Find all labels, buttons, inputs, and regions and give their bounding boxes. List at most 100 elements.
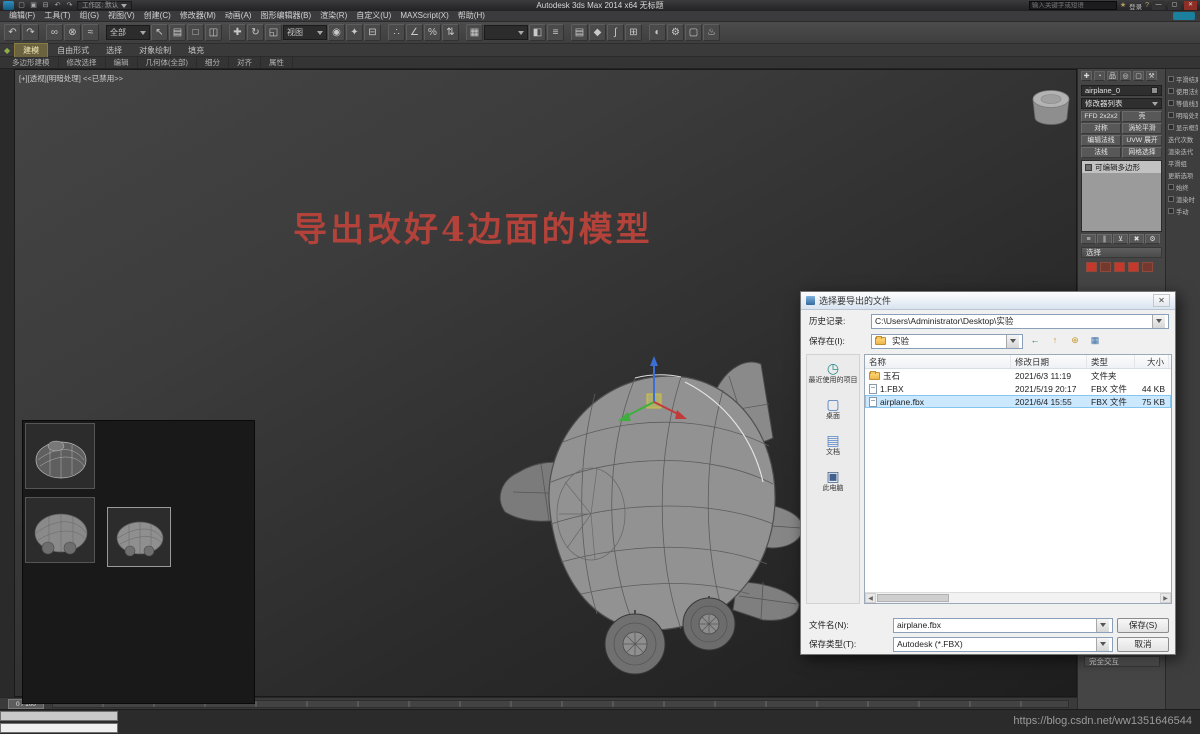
place-recent[interactable]: ◷ 最近使用的项目	[807, 361, 859, 385]
dropdown-button[interactable]	[1096, 638, 1109, 651]
column-date[interactable]: 修改日期	[1011, 355, 1087, 368]
file-row-fbx1[interactable]: 1.FBX 2021/5/19 20:17 FBX 文件 44 KB	[865, 382, 1171, 395]
ribbon-tab-selection[interactable]: 选择	[98, 44, 130, 57]
element-subobject-button[interactable]	[1142, 262, 1153, 272]
view-menu-icon[interactable]: ▦	[1087, 334, 1103, 348]
render-production-icon[interactable]: ♨	[703, 24, 720, 41]
select-by-name-icon[interactable]: ▤	[169, 24, 186, 41]
model-thumbnail-1[interactable]	[25, 423, 95, 489]
place-documents[interactable]: ▤ 文档	[807, 433, 859, 457]
modifier-button-symmetry[interactable]: 对称	[1081, 123, 1121, 134]
ribbon-group-subdivision[interactable]: 细分	[197, 57, 229, 68]
percent-snap-icon[interactable]: %	[424, 24, 441, 41]
ribbon-group-polymodeling[interactable]: 多边形建模	[4, 57, 59, 68]
modifier-button-shell[interactable]: 壳	[1122, 111, 1162, 122]
polygon-subobject-button[interactable]	[1128, 262, 1139, 272]
modifier-button-meshselect[interactable]: 网格选择	[1122, 147, 1162, 158]
schematic-view-icon[interactable]: ⊞	[625, 24, 642, 41]
minimize-button[interactable]: —	[1152, 1, 1165, 10]
rendered-frame-icon[interactable]: ▢	[685, 24, 702, 41]
open-file-icon[interactable]: ▣	[29, 1, 38, 10]
filename-input[interactable]: airplane.fbx	[893, 618, 1113, 633]
view-widget-cylinder[interactable]	[1023, 84, 1077, 132]
ribbon-group-edit[interactable]: 编辑	[106, 57, 138, 68]
redo-quick-icon[interactable]: ↷	[65, 1, 74, 10]
display-tab-icon[interactable]: ▢	[1133, 71, 1144, 81]
mirror-icon[interactable]: ◧	[529, 24, 546, 41]
modify-tab-icon[interactable]: ◔	[1094, 71, 1105, 81]
modifier-button-editnormals[interactable]: 编辑法线	[1081, 135, 1121, 146]
hierarchy-tab-icon[interactable]: 品	[1107, 71, 1118, 81]
checkbox-icon[interactable]	[1168, 88, 1174, 94]
strip-option[interactable]: 使用法线	[1168, 85, 1198, 97]
menu-edit[interactable]: 编辑(F)	[5, 11, 39, 21]
cancel-button[interactable]: 取消	[1117, 637, 1169, 652]
menu-rendering[interactable]: 渲染(R)	[316, 11, 351, 21]
menu-views[interactable]: 视图(V)	[104, 11, 139, 21]
graphite-toggle-icon[interactable]: ◆	[589, 24, 606, 41]
show-end-result-icon[interactable]: ∥	[1097, 234, 1112, 244]
save-button[interactable]: 保存(S)	[1117, 618, 1169, 633]
strip-option[interactable]: 手动	[1168, 205, 1198, 217]
named-selection-sets-icon[interactable]: ▦	[466, 24, 483, 41]
select-object-icon[interactable]: ↖	[151, 24, 168, 41]
ribbon-group-properties[interactable]: 属性	[261, 57, 293, 68]
maxscript-mini-listener-input[interactable]	[0, 723, 118, 733]
maximize-button[interactable]: ▢	[1168, 1, 1181, 10]
graphite-logo-icon[interactable]: ◆	[4, 46, 10, 55]
redo-icon[interactable]: ↷	[22, 24, 39, 41]
place-desktop[interactable]: ▢ 桌面	[807, 397, 859, 421]
vertex-subobject-button[interactable]	[1086, 262, 1097, 272]
selection-filter-dropdown[interactable]: 全部	[106, 25, 150, 40]
object-name-field[interactable]: airplane_0	[1081, 85, 1162, 96]
menu-help[interactable]: 帮助(H)	[454, 11, 489, 21]
radio-icon[interactable]	[1168, 184, 1174, 190]
back-icon[interactable]: ←	[1027, 334, 1043, 348]
use-center-icon[interactable]: ◉	[328, 24, 345, 41]
undo-quick-icon[interactable]: ↶	[53, 1, 62, 10]
place-this-pc[interactable]: ▣ 此电脑	[807, 469, 859, 493]
column-size[interactable]: 大小	[1135, 355, 1169, 368]
filetype-dropdown[interactable]: Autodesk (*.FBX)	[893, 637, 1113, 652]
dialog-title-bar[interactable]: 选择要导出的文件 ✕	[801, 292, 1175, 310]
strip-option[interactable]: 平滑结果	[1168, 73, 1198, 85]
snap-toggle-icon[interactable]: ∴	[388, 24, 405, 41]
ribbon-tab-modeling[interactable]: 建模	[14, 43, 48, 58]
selection-rollout-header[interactable]: 选择	[1081, 247, 1162, 258]
infocenter-search-input[interactable]	[1029, 1, 1117, 10]
window-crossing-icon[interactable]: ◫	[205, 24, 222, 41]
menu-customize[interactable]: 自定义(U)	[352, 11, 395, 21]
menu-create[interactable]: 创建(C)	[140, 11, 175, 21]
menu-tools[interactable]: 工具(T)	[40, 11, 74, 21]
modifier-button-normal[interactable]: 法线	[1081, 147, 1121, 158]
remove-modifier-icon[interactable]: ✖	[1129, 234, 1144, 244]
layer-manager-icon[interactable]: ▤	[571, 24, 588, 41]
interactive-rollout-header[interactable]: 完全交互	[1084, 656, 1160, 667]
configure-stack-icon[interactable]: ⚙	[1145, 234, 1160, 244]
scale-icon[interactable]: ◱	[265, 24, 282, 41]
strip-option[interactable]: 渲染迭代	[1168, 145, 1198, 157]
menu-animation[interactable]: 动画(A)	[221, 11, 256, 21]
move-icon[interactable]: ✚	[229, 24, 246, 41]
strip-option[interactable]: 始终	[1168, 181, 1198, 193]
file-row-folder[interactable]: 玉石 2021/6/3 11:19 文件夹	[865, 369, 1171, 382]
ribbon-tab-populate[interactable]: 填充	[180, 44, 212, 57]
ribbon-tab-freeform[interactable]: 自由形式	[49, 44, 97, 57]
community-icon[interactable]	[1173, 12, 1195, 20]
dialog-close-button[interactable]: ✕	[1153, 294, 1170, 307]
curve-editor-icon[interactable]: ∫	[607, 24, 624, 41]
strip-option[interactable]: 渲染时	[1168, 193, 1198, 205]
signin-button[interactable]: 登录	[1129, 1, 1142, 11]
new-scene-icon[interactable]: ▢	[17, 1, 26, 10]
ribbon-tab-object-paint[interactable]: 对象绘制	[131, 44, 179, 57]
stack-item-editable-poly[interactable]: 可编辑多边形	[1082, 161, 1161, 173]
modifier-button-ffd[interactable]: FFD 2x2x2	[1081, 111, 1121, 122]
dropdown-button[interactable]	[1006, 335, 1019, 348]
unlink-icon[interactable]: ⊗	[64, 24, 81, 41]
rotate-icon[interactable]: ↻	[247, 24, 264, 41]
strip-option[interactable]: 平滑组	[1168, 157, 1198, 169]
up-one-level-icon[interactable]: ↑	[1047, 334, 1063, 348]
checkbox-icon[interactable]	[1168, 76, 1174, 82]
rectangular-region-icon[interactable]: □	[187, 24, 204, 41]
ribbon-group-align[interactable]: 对齐	[229, 57, 261, 68]
